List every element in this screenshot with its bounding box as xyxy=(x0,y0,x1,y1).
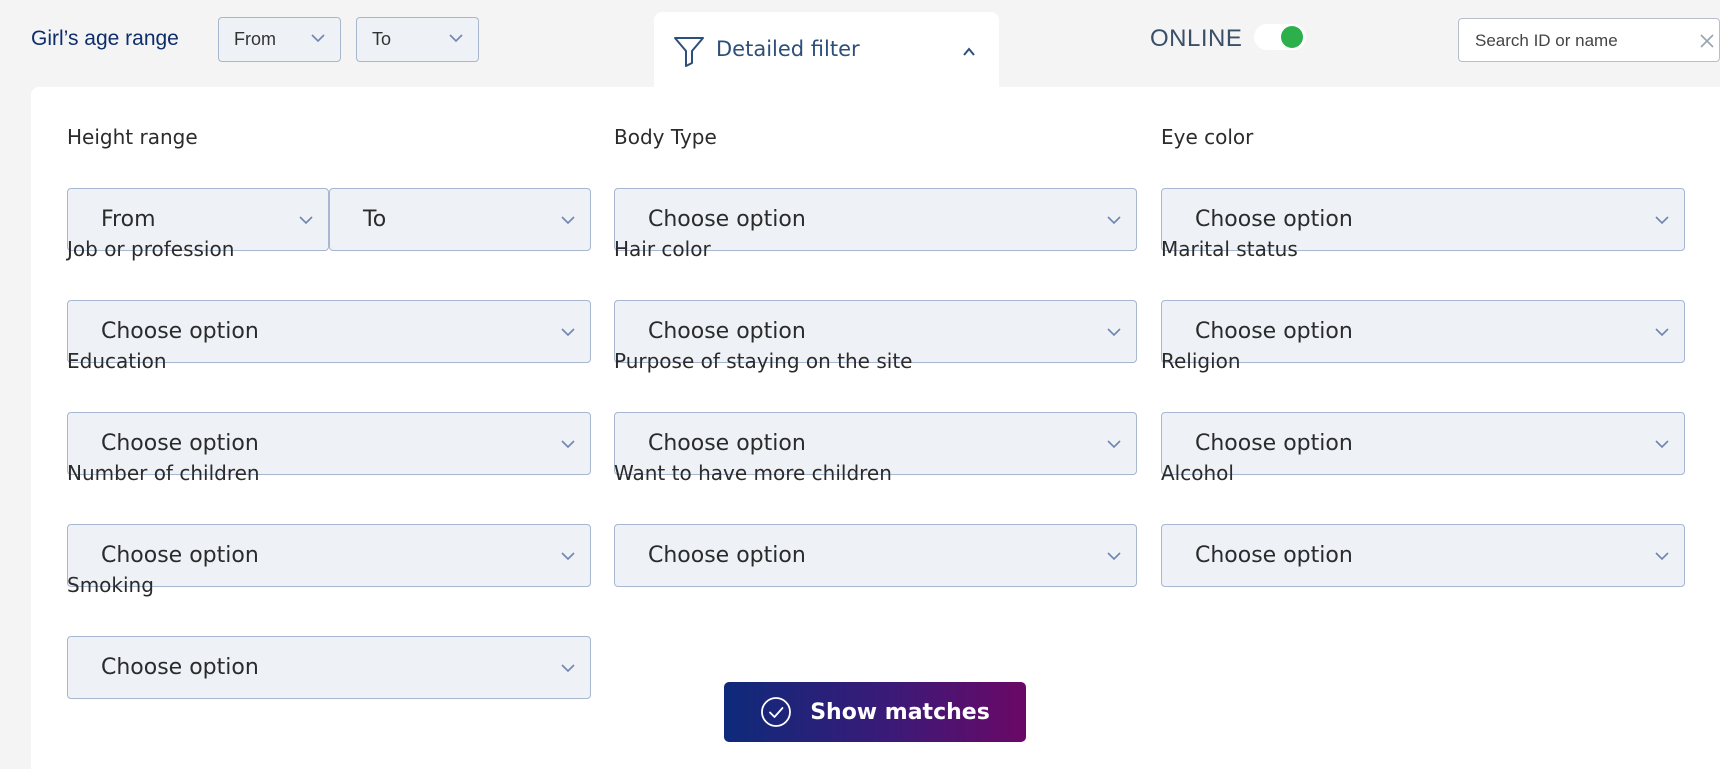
marital-status-field: Marital status Choose option xyxy=(1161,236,1685,363)
education-label: Education xyxy=(67,349,167,373)
children-field: Number of children Choose option xyxy=(67,460,591,587)
purpose-label: Purpose of staying on the site xyxy=(614,349,913,373)
more-children-select[interactable]: Choose option xyxy=(614,524,1137,587)
chevron-down-icon xyxy=(1655,552,1669,561)
chevron-down-icon xyxy=(1655,328,1669,337)
children-label: Number of children xyxy=(67,461,260,485)
alcohol-label: Alcohol xyxy=(1161,461,1234,485)
eye-color-label: Eye color xyxy=(1161,125,1254,149)
search-box[interactable] xyxy=(1458,18,1720,62)
toggle-knob xyxy=(1281,26,1303,48)
chevron-down-icon xyxy=(561,216,575,225)
smoking-value: Choose option xyxy=(101,655,259,680)
alcohol-value: Choose option xyxy=(1195,543,1353,568)
height-to-value: To xyxy=(363,207,387,232)
chevron-down-icon xyxy=(1107,328,1121,337)
show-matches-label: Show matches xyxy=(810,699,990,725)
eye-color-field: Eye color Choose option xyxy=(1161,124,1685,251)
funnel-icon xyxy=(674,37,704,67)
smoking-label: Smoking xyxy=(67,573,154,597)
eye-color-value: Choose option xyxy=(1195,207,1353,232)
children-value: Choose option xyxy=(101,543,259,568)
job-field: Job or profession Choose option xyxy=(67,236,591,363)
body-type-label: Body Type xyxy=(614,125,717,149)
hair-color-label: Hair color xyxy=(614,237,711,261)
chevron-down-icon xyxy=(1107,552,1121,561)
purpose-value: Choose option xyxy=(648,431,806,456)
online-toggle[interactable] xyxy=(1254,24,1306,50)
body-type-value: Choose option xyxy=(648,207,806,232)
job-label: Job or profession xyxy=(67,237,235,261)
age-from-value: From xyxy=(234,29,276,49)
chevron-up-icon xyxy=(963,47,975,56)
height-range-field: Height range From To xyxy=(67,124,591,251)
education-field: Education Choose option xyxy=(67,348,591,475)
smoking-field: Smoking Choose option xyxy=(67,572,591,699)
job-value: Choose option xyxy=(101,319,259,344)
show-matches-button[interactable]: Show matches xyxy=(724,682,1026,742)
chevron-down-icon xyxy=(561,664,575,673)
detailed-filter-label: Detailed filter xyxy=(716,37,860,61)
hair-color-field: Hair color Choose option xyxy=(614,236,1137,363)
religion-field: Religion Choose option xyxy=(1161,348,1685,475)
body-type-field: Body Type Choose option xyxy=(614,124,1137,251)
more-children-label: Want to have more children xyxy=(614,461,892,485)
close-icon[interactable] xyxy=(1697,31,1717,51)
alcohol-field: Alcohol Choose option xyxy=(1161,460,1685,587)
detailed-filter-panel: Height range From To Body Type Choose op… xyxy=(31,87,1720,769)
hair-color-value: Choose option xyxy=(648,319,806,344)
more-children-field: Want to have more children Choose option xyxy=(614,460,1137,587)
religion-value: Choose option xyxy=(1195,431,1353,456)
chevron-down-icon xyxy=(311,34,325,43)
chevron-down-icon xyxy=(1655,216,1669,225)
more-children-value: Choose option xyxy=(648,543,806,568)
detailed-filter-toggle[interactable]: Detailed filter xyxy=(654,12,999,92)
marital-status-label: Marital status xyxy=(1161,237,1298,261)
online-label: ONLINE xyxy=(1150,25,1243,52)
smoking-select[interactable]: Choose option xyxy=(67,636,591,699)
religion-label: Religion xyxy=(1161,349,1241,373)
chevron-down-icon xyxy=(1655,440,1669,449)
chevron-down-icon xyxy=(449,34,463,43)
age-to-value: To xyxy=(372,29,392,49)
education-value: Choose option xyxy=(101,431,259,456)
check-circle-icon xyxy=(761,697,792,727)
chevron-down-icon xyxy=(561,440,575,449)
chevron-down-icon xyxy=(299,216,313,225)
chevron-down-icon xyxy=(1107,216,1121,225)
alcohol-select[interactable]: Choose option xyxy=(1161,524,1685,587)
age-to-select[interactable]: To xyxy=(356,17,479,62)
chevron-down-icon xyxy=(1107,440,1121,449)
age-from-select[interactable]: From xyxy=(218,17,341,62)
chevron-down-icon xyxy=(561,328,575,337)
chevron-down-icon xyxy=(561,552,575,561)
height-range-label: Height range xyxy=(67,125,198,149)
age-range-label: Girl’s age range xyxy=(31,27,179,50)
purpose-field: Purpose of staying on the site Choose op… xyxy=(614,348,1137,475)
marital-status-value: Choose option xyxy=(1195,319,1353,344)
search-input[interactable] xyxy=(1475,29,1675,53)
height-from-value: From xyxy=(101,207,156,232)
